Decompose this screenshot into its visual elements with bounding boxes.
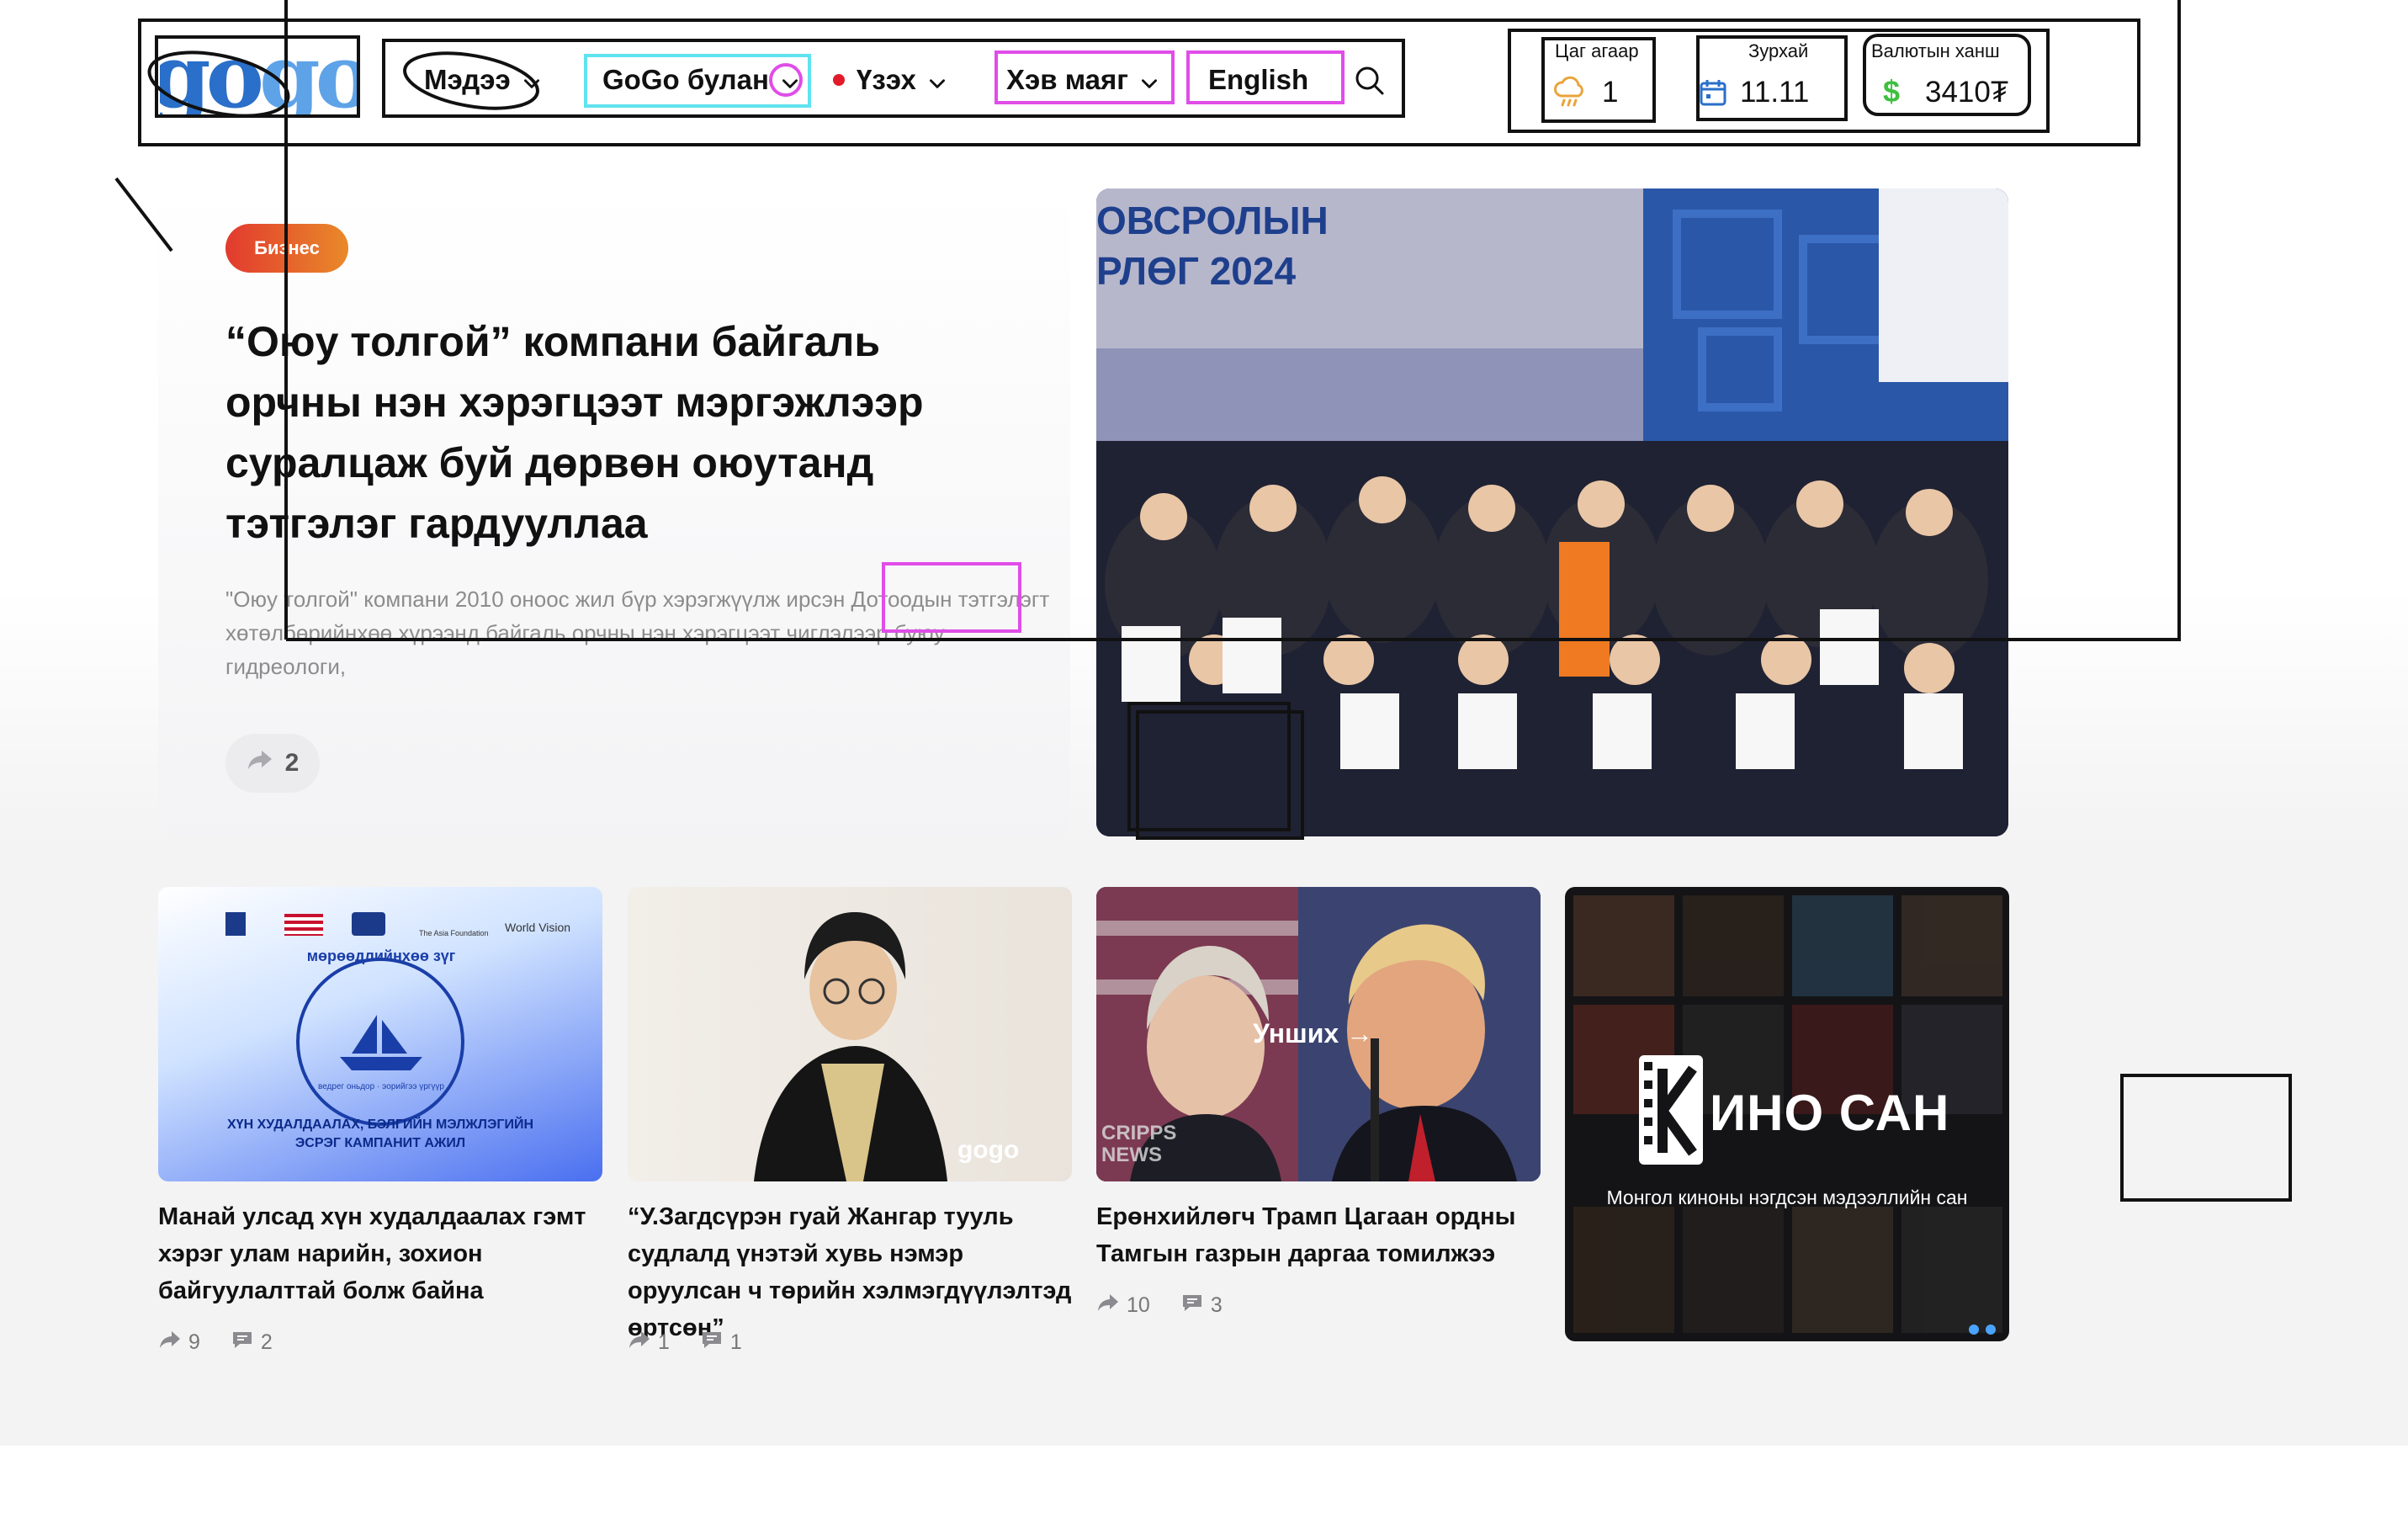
share-icon <box>628 1330 651 1356</box>
share-button[interactable]: 2 <box>225 734 320 793</box>
hero-photo[interactable]: ОВСРОЛЫН РЛӨГ 2024 <box>1096 188 2008 836</box>
dollar-icon: $ <box>1883 74 1901 109</box>
chevron-down-icon <box>1138 69 1160 91</box>
comment-count: 2 <box>260 1330 273 1354</box>
comment-count: 1 <box>729 1330 742 1354</box>
horoscope-value: 11.11 <box>1740 76 1810 109</box>
card-meta: 10 3 <box>1096 1293 1223 1319</box>
weather-label: Цаг агаар <box>1555 40 1639 61</box>
card-image-trump[interactable]: Унших → CRIPPS NEWS <box>1096 887 1541 1181</box>
horoscope-label: Зурхай <box>1748 40 1809 61</box>
nav-item-style[interactable]: Хэв маяг <box>1006 64 1160 96</box>
ship-icon <box>335 1013 427 1072</box>
read-more-overlay[interactable]: Унших → <box>1253 1018 1373 1049</box>
share-count: 1 <box>658 1330 670 1354</box>
kino-san-title: ИНО САН <box>1710 1085 1950 1141</box>
search-icon[interactable] <box>1353 64 1387 98</box>
us-flag-icon <box>284 914 323 936</box>
logo-text-b: go <box>259 37 358 116</box>
currency-value: 3410₮ <box>1925 76 2009 109</box>
nav-label-news: Мэдээ <box>424 64 511 95</box>
currency-widget[interactable]: Валютын ханш $ 3410₮ <box>1863 34 2031 116</box>
horoscope-widget[interactable]: Зурхай 11.11 <box>1695 37 1846 121</box>
comment-icon <box>1180 1293 1204 1319</box>
share-icon <box>1096 1293 1120 1319</box>
currency-label: Валютын ханш <box>1871 40 2000 61</box>
card-title[interactable]: Манай улсад хүн худалдаалах гэмт хэрэг у… <box>158 1198 604 1309</box>
chevron-down-icon <box>779 69 801 91</box>
hero-excerpt: "Оюу толгой" компани 2010 оноос жил бүр … <box>225 587 1050 679</box>
share-count: 10 <box>1127 1293 1150 1317</box>
weather-rain-icon <box>1551 74 1589 111</box>
kino-san-banner[interactable]: ИНО САН Монгол киноны нэгдсэн мэдээллийн… <box>1565 887 2009 1341</box>
chevron-down-icon <box>521 69 543 91</box>
share-count: 9 <box>188 1330 200 1354</box>
campaign-subtext: ведрег оньдор · эорийгээ үргүүр <box>318 1082 444 1091</box>
comment-icon <box>231 1330 254 1356</box>
card-meta: 1 1 <box>628 1330 742 1356</box>
nav-label-gogo-bulan: GoGo булан <box>602 64 769 95</box>
partner-asia-foundation: The Asia Foundation <box>419 929 489 937</box>
nav-label-style: Хэв маяг <box>1006 64 1129 95</box>
nav-label-watch: Үзэх <box>857 64 916 95</box>
photo-banner: ОВСРОЛЫН РЛӨГ 2024 <box>1096 195 1329 296</box>
partner-logo-icon <box>352 912 385 936</box>
card-meta: 9 2 <box>158 1330 273 1356</box>
photo-banner-line2: РЛӨГ 2024 <box>1096 249 1297 293</box>
emblem-icon <box>225 912 246 936</box>
photo-banner-line1: ОВСРОЛЫН <box>1096 199 1329 242</box>
live-dot-icon <box>833 74 845 86</box>
nav-item-english[interactable]: English <box>1208 64 1308 96</box>
comment-icon <box>700 1330 724 1356</box>
card-image-portrait[interactable]: gogo <box>628 887 1072 1181</box>
weather-value: 1 <box>1602 76 1619 109</box>
weather-widget[interactable]: Цаг агаар 1 <box>1546 37 1652 121</box>
nav-item-watch[interactable]: Үзэх <box>833 64 948 96</box>
share-count: 2 <box>284 749 300 777</box>
campaign-caption: ХҮН ХУДАЛДААЛАХ, БЭЛГИЙН МЭЛЖЛЭГИЙН ЭСРЭ… <box>227 1117 533 1150</box>
nav-label-english: English <box>1208 64 1309 95</box>
share-icon <box>247 749 273 778</box>
kino-san-subtitle: Монгол киноны нэгдсэн мэдээллийн сан <box>1606 1187 1968 1208</box>
gogo-logo[interactable]: go go <box>160 37 358 116</box>
card-title[interactable]: “У.Загдсүрэн гуай Жангар тууль судлалд ү… <box>628 1198 1074 1346</box>
campaign-arc-text: мөрөөдлийнхөө зүг <box>306 948 456 964</box>
hero-title[interactable]: “Оюу толгой” компани байгаль орчны нэн х… <box>225 311 1000 554</box>
category-badge[interactable]: Бизнес <box>225 224 348 273</box>
watermark-news: CRIPPS NEWS <box>1101 1122 1177 1166</box>
chevron-down-icon <box>926 69 948 91</box>
share-icon <box>158 1330 182 1356</box>
comment-count: 3 <box>1210 1293 1223 1317</box>
partner-world-vision: World Vision <box>505 921 571 934</box>
card-image-trafficking[interactable]: The Asia Foundation World Vision мөрөөдл… <box>158 887 602 1181</box>
calendar-icon <box>1698 77 1728 108</box>
nav-item-gogo-bulan[interactable]: GoGo булан <box>602 64 801 96</box>
watermark-gogo: gogo <box>957 1136 1020 1164</box>
card-title[interactable]: Ерөнхийлөгч Трамп Цагаан ордны Тамгын га… <box>1096 1198 1542 1272</box>
nav-item-news[interactable]: Мэдээ <box>424 64 543 96</box>
logo-text-a: go <box>160 37 264 116</box>
